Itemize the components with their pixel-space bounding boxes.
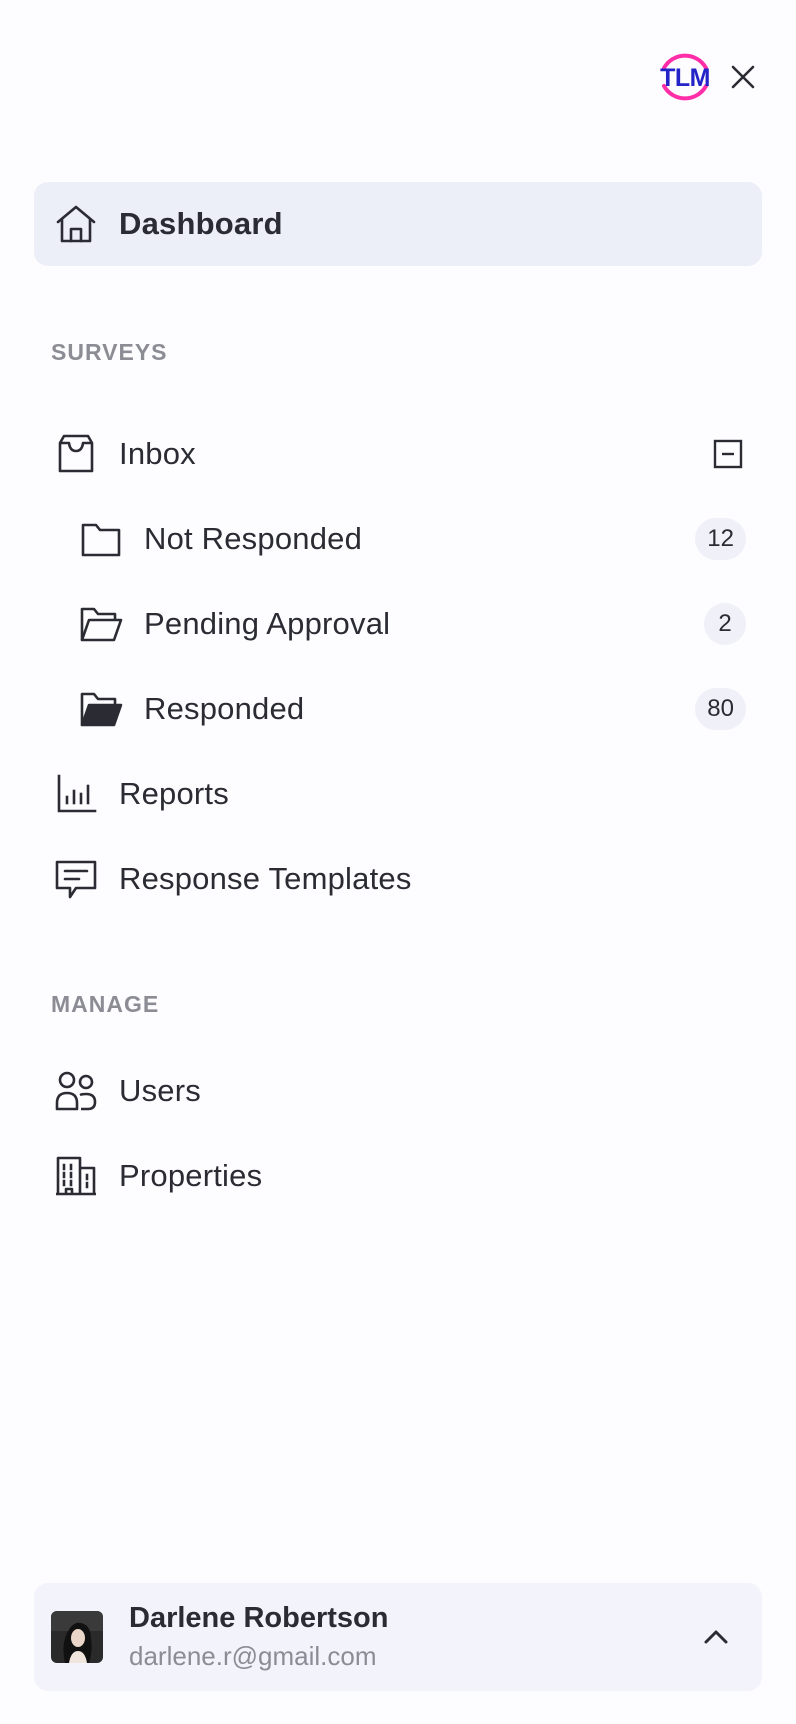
nav-label-properties: Properties [119,1158,263,1193]
folder-filled-icon [76,684,126,734]
nav-label-dashboard: Dashboard [119,206,283,241]
nav-item-reports[interactable]: Reports [34,752,762,836]
nav-item-users[interactable]: Users [34,1049,762,1133]
user-info: Darlene Robertson darlene.r@gmail.com [129,1602,388,1672]
nav-item-properties[interactable]: Properties [34,1134,762,1218]
chevron-up-icon [704,1630,728,1644]
top-bar: TLM [656,46,762,108]
nav-item-pending-approval[interactable]: Pending Approval 2 [34,582,762,666]
inbox-icon [51,429,101,479]
nav-item-responded[interactable]: Responded 80 [34,667,762,751]
count-badge-pending-approval: 2 [704,603,746,645]
nav-label-pending-approval: Pending Approval [144,606,391,641]
section-header-surveys: SURVEYS [51,339,168,365]
avatar [51,1611,103,1663]
users-icon [51,1066,101,1116]
nav-label-users: Users [119,1073,201,1108]
bar-chart-icon [51,769,101,819]
home-icon [51,199,101,249]
count-badge-not-responded: 12 [695,518,746,560]
message-icon [51,854,101,904]
section-header-manage: MANAGE [51,991,160,1017]
nav-label-response-templates: Response Templates [119,861,412,896]
nav-item-response-templates[interactable]: Response Templates [34,837,762,921]
user-email: darlene.r@gmail.com [129,1641,377,1671]
nav-label-inbox: Inbox [119,436,196,471]
brand-logo: TLM [656,48,714,106]
nav-label-responded: Responded [144,691,305,726]
user-menu-toggle[interactable] [696,1617,736,1657]
count-badge-responded: 80 [695,688,746,730]
user-profile-card[interactable]: Darlene Robertson darlene.r@gmail.com [34,1583,762,1691]
logo-text: TLM [660,64,710,92]
nav-label-not-responded: Not Responded [144,521,363,556]
folder-open-icon [76,599,126,649]
inbox-collapse-toggle[interactable] [710,436,746,472]
close-button[interactable] [724,58,762,96]
building-icon [51,1151,101,1201]
nav-item-dashboard[interactable]: Dashboard [34,182,762,266]
close-icon [731,65,755,89]
user-name: Darlene Robertson [129,1602,389,1634]
folder-icon [76,514,126,564]
collapse-minus-icon [713,439,743,469]
nav-item-inbox[interactable]: Inbox [34,412,762,496]
nav-item-not-responded[interactable]: Not Responded 12 [34,497,762,581]
nav-label-reports: Reports [119,776,229,811]
